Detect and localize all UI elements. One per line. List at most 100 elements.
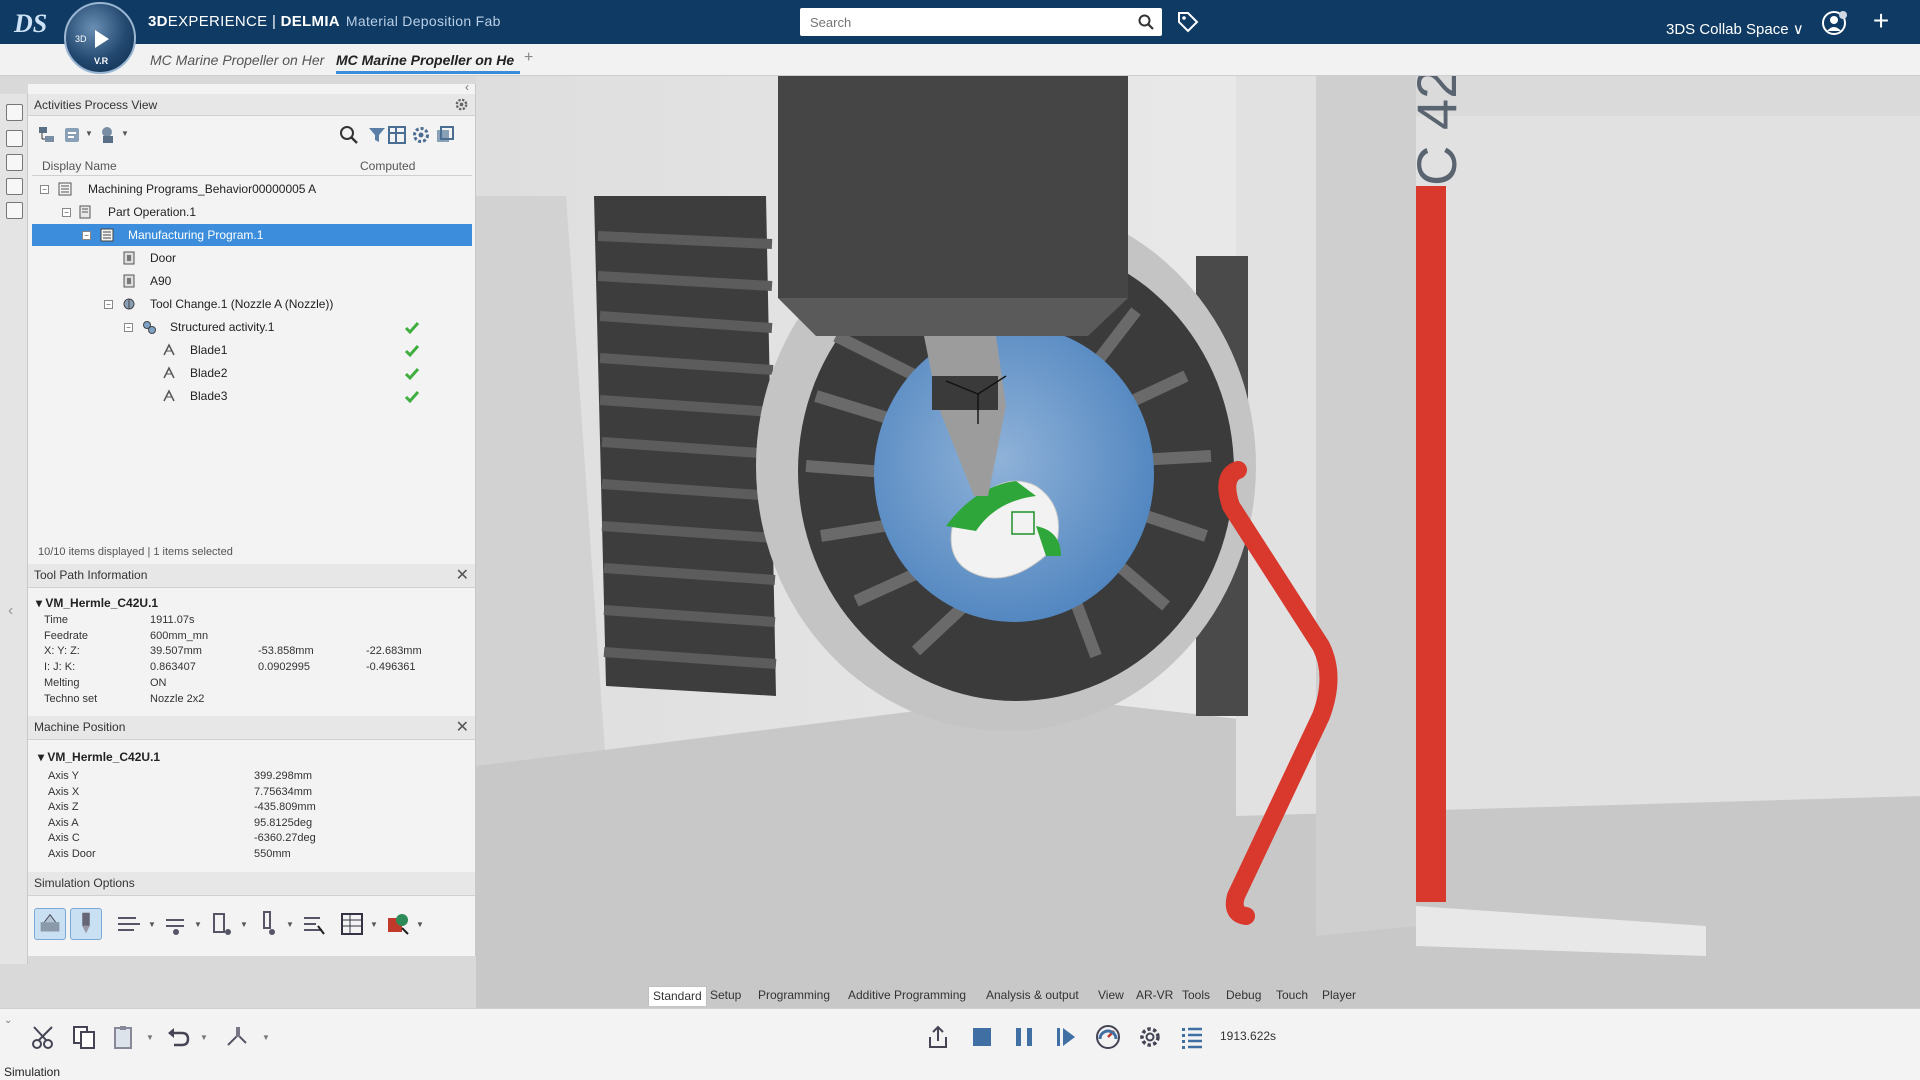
tab-view[interactable]: View — [1094, 986, 1128, 1006]
undo-icon[interactable] — [164, 1023, 192, 1051]
speed-gauge-icon[interactable] — [1094, 1023, 1122, 1051]
step-forward-icon[interactable] — [1052, 1023, 1080, 1051]
close-icon[interactable]: ✕ — [456, 565, 469, 585]
pause-icon[interactable] — [1010, 1023, 1038, 1051]
tree-item-manufacturing-program[interactable]: − Manufacturing Program.1 — [32, 224, 472, 246]
tree-item-structured-activity[interactable]: − Structured activity.1 — [32, 316, 472, 338]
chevron-down-icon[interactable]: ▼ — [286, 920, 294, 929]
chevron-down-icon[interactable]: ▼ — [200, 1033, 208, 1042]
tab-programming[interactable]: Programming — [754, 986, 834, 1006]
tab-debug[interactable]: Debug — [1222, 986, 1265, 1006]
search-input[interactable] — [800, 8, 1120, 36]
collab-space-selector[interactable]: 3DS Collab Space ∨ — [1666, 20, 1804, 38]
chevron-down-icon[interactable]: ▼ — [194, 920, 202, 929]
collapse-panel-icon[interactable]: ‹ — [465, 80, 469, 94]
layers-icon[interactable] — [434, 124, 456, 146]
tag-icon[interactable] — [1176, 10, 1200, 34]
app-subtitle: Material Deposition Fab — [345, 13, 501, 29]
collapse-toggle-icon[interactable]: − — [104, 300, 113, 309]
column-computed[interactable]: Computed — [360, 159, 415, 173]
material-removal-icon[interactable] — [34, 908, 66, 940]
compass-icon[interactable]: 3D V.R — [64, 2, 136, 74]
axis-value: -435.809mm — [254, 801, 316, 813]
tab-additive-programming[interactable]: Additive Programming — [844, 986, 970, 1006]
3d-viewport[interactable]: C 42 — [476, 76, 1920, 1008]
resources-icon[interactable] — [6, 130, 23, 147]
list-icon[interactable] — [6, 202, 23, 219]
tab-touch[interactable]: Touch — [1272, 986, 1312, 1006]
chevron-down-icon[interactable]: ▼ — [146, 1033, 154, 1042]
plus-icon[interactable]: + — [1868, 7, 1894, 35]
brand-bold: 3D — [148, 13, 168, 30]
folder-icon[interactable] — [6, 104, 23, 121]
tab-setup[interactable]: Setup — [706, 986, 745, 1006]
tree-item-blade3[interactable]: Blade3 — [32, 385, 472, 407]
collapse-toggle-icon[interactable]: − — [82, 231, 91, 240]
machine-display-icon[interactable] — [206, 908, 238, 940]
toolpath-display-icon[interactable] — [114, 908, 146, 940]
tree-item-tool-change[interactable]: − Tool Change.1 (Nozzle A (Nozzle)) — [32, 293, 472, 315]
chevron-down-icon[interactable]: ▼ — [416, 920, 424, 929]
tree-item-door[interactable]: Door — [32, 247, 472, 269]
chevron-down-icon[interactable]: ▼ — [262, 1033, 270, 1042]
scene-icon[interactable] — [98, 124, 120, 146]
tab-ar-vr[interactable]: AR-VR — [1132, 986, 1177, 1006]
tab-document-2[interactable]: MC Marine Propeller on He — [336, 50, 520, 74]
copy-icon[interactable] — [70, 1023, 98, 1051]
process-filter-icon[interactable] — [62, 124, 84, 146]
report-table-icon[interactable] — [336, 908, 368, 940]
collapse-toggle-icon[interactable]: − — [124, 323, 133, 332]
add-tab-button[interactable]: + — [524, 49, 533, 67]
tree-item-blade1[interactable]: Blade1 — [32, 339, 472, 361]
tree-item-label: Structured activity.1 — [170, 320, 275, 334]
point-display-icon[interactable] — [160, 908, 192, 940]
row-value: 1911.07s — [150, 614, 195, 626]
tab-tools[interactable]: Tools — [1178, 986, 1214, 1006]
tree-item-a90[interactable]: A90 — [32, 270, 472, 292]
filter-icon[interactable] — [366, 124, 388, 146]
paste-icon[interactable] — [110, 1023, 138, 1051]
stop-icon[interactable] — [968, 1023, 996, 1051]
axis-label: Axis C — [48, 832, 80, 844]
chevron-down-icon[interactable]: ▼ — [148, 920, 156, 929]
chevron-down-icon[interactable]: ▼ — [240, 920, 248, 929]
nozzle-display-icon[interactable] — [252, 908, 284, 940]
tree-expand-icon[interactable] — [36, 124, 58, 146]
list-view-icon[interactable] — [1178, 1023, 1206, 1051]
settings-icon[interactable] — [410, 124, 432, 146]
tab-player[interactable]: Player — [1318, 986, 1360, 1006]
gear-icon[interactable] — [454, 97, 469, 112]
tool-assist-icon[interactable] — [224, 1023, 252, 1051]
analysis-display-icon[interactable] — [298, 908, 330, 940]
user-avatar-icon[interactable] — [1822, 10, 1848, 36]
tool-display-icon[interactable] — [70, 908, 102, 940]
chevron-left-icon[interactable]: ‹ — [8, 602, 13, 620]
chevron-down-icon[interactable]: ⌄ — [4, 1015, 12, 1026]
chevron-down-icon[interactable]: ▼ — [121, 129, 129, 138]
tab-standard[interactable]: Standard — [648, 986, 707, 1006]
tree-item-part-operation[interactable]: − Part Operation.1 — [32, 201, 472, 223]
chevron-down-icon[interactable]: ▼ — [370, 920, 378, 929]
search-icon[interactable] — [338, 124, 360, 146]
toolpath-machine-name[interactable]: ▾ VM_Hermle_C42U.1 — [36, 596, 158, 610]
tab-analysis-output[interactable]: Analysis & output — [982, 986, 1083, 1006]
top-bar: DS 3D V.R 3DEXPERIENCE | DELMIA Material … — [0, 0, 1920, 74]
tree-item-machining-programs[interactable]: − Machining Programs_Behavior00000005 A — [32, 178, 472, 200]
tree-item-blade2[interactable]: Blade2 — [32, 362, 472, 384]
collapse-toggle-icon[interactable]: − — [62, 208, 71, 217]
column-display-name[interactable]: Display Name — [42, 159, 117, 173]
color-analysis-icon[interactable] — [382, 908, 414, 940]
close-icon[interactable]: ✕ — [456, 717, 469, 737]
export-icon[interactable] — [924, 1023, 952, 1051]
product-icon[interactable] — [6, 154, 23, 171]
cut-icon[interactable] — [30, 1023, 58, 1051]
tab-document-1[interactable]: MC Marine Propeller on Her — [150, 50, 328, 74]
search-icon[interactable] — [1138, 14, 1154, 30]
table-icon[interactable] — [386, 124, 408, 146]
gear-icon[interactable] — [1136, 1023, 1164, 1051]
machine-position-machine-name[interactable]: ▾ VM_Hermle_C42U.1 — [38, 750, 160, 764]
process-icon[interactable] — [6, 178, 23, 195]
dassault-logo-icon[interactable]: DS — [12, 6, 48, 38]
chevron-down-icon[interactable]: ▼ — [85, 129, 93, 138]
collapse-toggle-icon[interactable]: − — [40, 185, 49, 194]
